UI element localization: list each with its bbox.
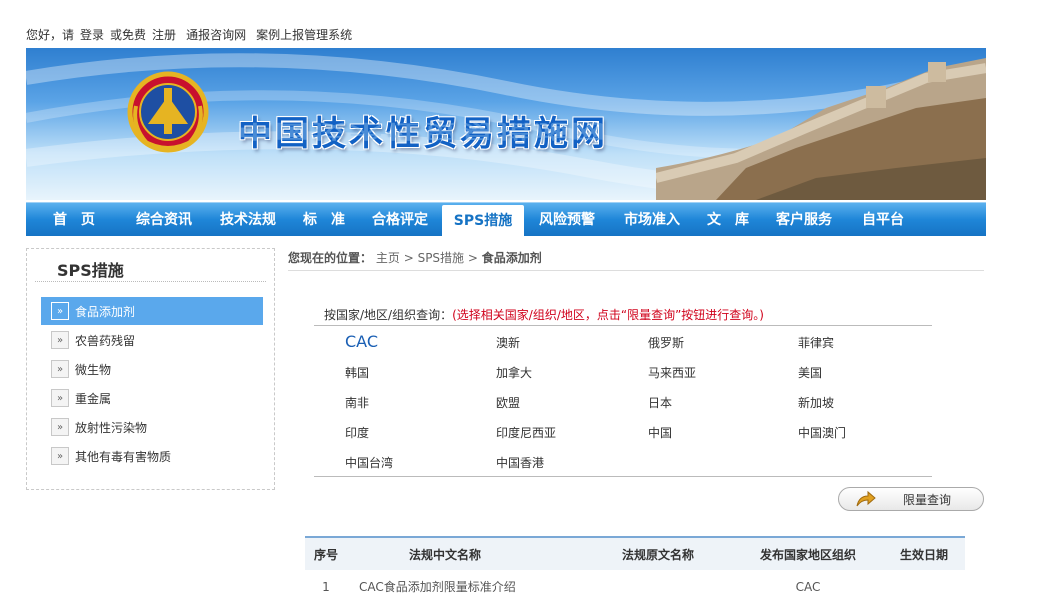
query-label: 按国家/地区/组织查询： (324, 308, 452, 322)
nav-self-platform[interactable]: 自平台 (846, 203, 920, 237)
sidebar-divider (35, 281, 266, 282)
sidebar-item-heavy-metals[interactable]: » 重金属 (41, 384, 263, 412)
header-org: 发布国家地区组织 (733, 546, 883, 563)
table-header: 序号 法规中文名称 法规原文名称 发布国家地区组织 生效日期 (305, 536, 965, 570)
country-grid: CAC 澳新 俄罗斯 菲律宾 韩国 加拿大 马来西亚 美国 南非 欧盟 日本 新… (314, 325, 932, 477)
greeting-text: 您好，请 (26, 26, 74, 43)
country-option[interactable]: 南非 (345, 394, 369, 411)
sidebar-item-label: 其他有毒有害物质 (75, 448, 171, 465)
main-nav: 首 页 综合资讯 技术法规 标 准 合格评定 SPS措施 风险预警 市场准入 文… (26, 202, 986, 236)
country-option[interactable]: 加拿大 (496, 364, 532, 381)
sidebar-item-other-toxic[interactable]: » 其他有毒有害物质 (41, 442, 263, 470)
sidebar-title: SPS措施 (57, 257, 124, 281)
double-chevron-icon: » (51, 331, 69, 349)
double-chevron-icon: » (51, 418, 69, 436)
double-chevron-icon: » (51, 389, 69, 407)
sidebar-item-pesticide-residues[interactable]: » 农兽药残留 (41, 326, 263, 354)
arrow-share-icon (855, 490, 877, 508)
nav-market-access[interactable]: 市场准入 (610, 203, 694, 237)
table-row[interactable]: 1 CAC食品添加剂限量标准介绍 CAC (305, 570, 965, 602)
site-banner: 中国技术性贸易措施网 中国技术性贸易措施网 (26, 48, 986, 200)
sidebar-item-food-additives[interactable]: » 食品添加剂 (41, 297, 263, 325)
sidebar-item-label: 农兽药残留 (75, 332, 135, 349)
header-no: 序号 (305, 546, 347, 563)
sidebar-header: SPS措施 (27, 249, 274, 283)
sidebar-item-label: 食品添加剂 (75, 303, 135, 320)
country-option[interactable]: 俄罗斯 (648, 334, 684, 351)
top-bar: 您好，请 登录 或免费 注册 通报咨询网 案例上报管理系统 (26, 22, 986, 46)
country-option[interactable]: 印度 (345, 424, 369, 441)
query-instruction: 按国家/地区/组织查询：(选择相关国家/组织/地区，点击“限量查询”按钮进行查询… (324, 306, 764, 323)
header-cn-name: 法规中文名称 (347, 546, 583, 563)
sidebar-item-label: 重金属 (75, 390, 111, 407)
nav-customer-service[interactable]: 客户服务 (762, 203, 846, 237)
breadcrumb: 您现在的位置： 主页 > SPS措施 > 食品添加剂 (288, 249, 984, 271)
notify-consult-link[interactable]: 通报咨询网 (186, 26, 246, 43)
cell-cn-name[interactable]: CAC食品添加剂限量标准介绍 (347, 578, 583, 595)
country-option[interactable]: 澳新 (496, 334, 520, 351)
header-orig-name: 法规原文名称 (583, 546, 733, 563)
or-free-text: 或免费 (110, 26, 146, 43)
results-table: 序号 法规中文名称 法规原文名称 发布国家地区组织 生效日期 1 CAC食品添加… (305, 536, 965, 602)
double-chevron-icon: » (51, 360, 69, 378)
nav-standards[interactable]: 标 准 (290, 203, 358, 237)
sidebar: SPS措施 » 食品添加剂 » 农兽药残留 » 微生物 » 重金属 » 放射性污… (26, 248, 275, 490)
limit-query-label: 限量查询 (903, 491, 951, 508)
header-date: 生效日期 (883, 546, 965, 563)
country-option[interactable]: 美国 (798, 364, 822, 381)
cell-org: CAC (733, 580, 883, 594)
case-report-link[interactable]: 案例上报管理系统 (256, 26, 352, 43)
breadcrumb-section[interactable]: SPS措施 (418, 251, 464, 265)
breadcrumb-separator: > (468, 251, 478, 265)
nav-conformity[interactable]: 合格评定 (358, 203, 442, 237)
register-link[interactable]: 注册 (152, 26, 176, 43)
cell-no: 1 (305, 580, 347, 594)
country-option[interactable]: 马来西亚 (648, 364, 696, 381)
nav-library[interactable]: 文 库 (694, 203, 762, 237)
breadcrumb-home[interactable]: 主页 (376, 251, 400, 265)
country-option[interactable]: 日本 (648, 394, 672, 411)
nav-sps[interactable]: SPS措施 (442, 205, 524, 237)
country-option[interactable]: 新加坡 (798, 394, 834, 411)
country-option[interactable]: 中国澳门 (798, 424, 846, 441)
query-hint: (选择相关国家/组织/地区，点击“限量查询”按钮进行查询。) (452, 308, 764, 322)
country-option[interactable]: 菲律宾 (798, 334, 834, 351)
sidebar-item-microorganisms[interactable]: » 微生物 (41, 355, 263, 383)
country-option[interactable]: 中国台湾 (345, 454, 393, 471)
sidebar-item-label: 放射性污染物 (75, 419, 147, 436)
breadcrumb-lead: 您现在的位置： (288, 251, 372, 265)
double-chevron-icon: » (51, 447, 69, 465)
country-option[interactable]: 中国香港 (496, 454, 544, 471)
great-wall-image (656, 48, 986, 200)
limit-query-button[interactable]: 限量查询 (838, 487, 984, 511)
country-option[interactable]: 中国 (648, 424, 672, 441)
login-link[interactable]: 登录 (80, 26, 104, 43)
breadcrumb-separator: > (404, 251, 414, 265)
site-title-reflection: 中国技术性贸易措施网 (238, 119, 608, 146)
country-option[interactable]: 欧盟 (496, 394, 520, 411)
national-emblem-icon (126, 66, 210, 158)
nav-home[interactable]: 首 页 (26, 203, 122, 237)
sidebar-item-radioactive[interactable]: » 放射性污染物 (41, 413, 263, 441)
nav-news[interactable]: 综合资讯 (122, 203, 206, 237)
nav-risk-warning[interactable]: 风险预警 (524, 203, 610, 237)
double-chevron-icon: » (51, 302, 69, 320)
breadcrumb-current: 食品添加剂 (482, 251, 542, 265)
sidebar-item-label: 微生物 (75, 361, 111, 378)
country-option[interactable]: 印度尼西亚 (496, 424, 556, 441)
country-option[interactable]: 韩国 (345, 364, 369, 381)
nav-tech-regulations[interactable]: 技术法规 (206, 203, 290, 237)
country-option[interactable]: CAC (345, 332, 378, 351)
